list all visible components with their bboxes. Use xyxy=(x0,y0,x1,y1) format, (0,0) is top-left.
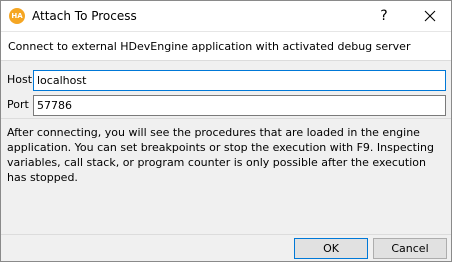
close-button[interactable] xyxy=(415,5,445,27)
ok-button[interactable]: OK xyxy=(294,238,368,259)
help-icon: ? xyxy=(380,8,388,24)
button-row-separator xyxy=(1,234,451,235)
info-text: After connecting, you will see the proce… xyxy=(7,126,434,184)
port-label: Port xyxy=(7,98,29,111)
host-input[interactable] xyxy=(33,70,446,91)
window-title: Attach To Process xyxy=(32,9,137,23)
app-icon: HA xyxy=(9,8,25,24)
separator xyxy=(1,118,451,119)
host-label: Host xyxy=(7,73,33,86)
header-band: Connect to external HDevEngine applicati… xyxy=(1,31,451,61)
help-button[interactable]: ? xyxy=(369,5,399,27)
header-description: Connect to external HDevEngine applicati… xyxy=(8,40,411,53)
attach-to-process-dialog: HA Attach To Process ? Connect to extern… xyxy=(0,0,452,262)
close-icon xyxy=(424,10,436,22)
port-input[interactable] xyxy=(33,95,446,116)
cancel-button[interactable]: Cancel xyxy=(373,238,447,259)
title-bar[interactable]: HA Attach To Process ? xyxy=(1,1,451,31)
